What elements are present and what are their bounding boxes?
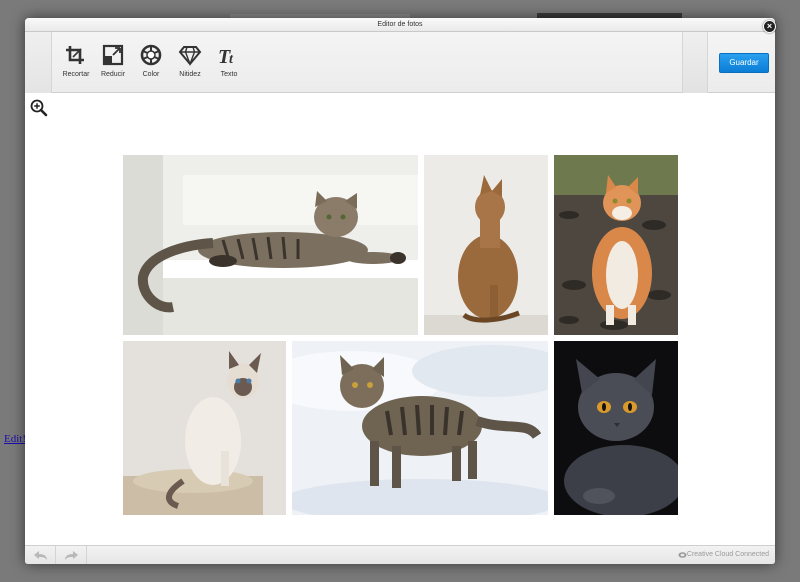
redo-button[interactable] bbox=[56, 546, 87, 564]
toolbar-left-panel bbox=[25, 32, 52, 93]
redo-icon bbox=[65, 551, 78, 560]
photo-orange-cat bbox=[554, 155, 678, 335]
undo-icon bbox=[34, 551, 47, 560]
sharpness-icon bbox=[178, 46, 202, 66]
photo-grey-cat bbox=[554, 341, 678, 515]
tool-text-label: Texto bbox=[220, 71, 238, 78]
photo-tabby-lying bbox=[123, 155, 418, 335]
tool-sharpness-label: Nitidez bbox=[179, 71, 201, 78]
text-icon: T t bbox=[218, 46, 234, 66]
tool-sharpness[interactable]: Nitidez bbox=[168, 44, 212, 84]
undo-button[interactable] bbox=[25, 546, 56, 564]
dialog-footer: Creative Cloud Connected bbox=[25, 545, 775, 564]
creative-cloud-status: Creative Cloud Connected bbox=[686, 551, 769, 558]
edit-link[interactable]: Edit! bbox=[4, 433, 26, 445]
color-icon bbox=[140, 44, 162, 66]
tool-color[interactable]: Color bbox=[129, 44, 173, 84]
creative-cloud-icon bbox=[678, 552, 687, 558]
image-canvas[interactable] bbox=[25, 94, 775, 544]
photo-abyssinian bbox=[424, 155, 548, 335]
svg-text:t: t bbox=[229, 52, 234, 66]
save-button[interactable]: Guardar bbox=[719, 53, 769, 73]
crop-icon bbox=[66, 46, 84, 64]
photo-editor-dialog: Editor de fotos Recortar Reducir Color N… bbox=[25, 18, 775, 564]
photo-tabby-snow bbox=[292, 341, 548, 515]
toolbar: Recortar Reducir Color Nitidez T t Texto bbox=[25, 32, 775, 93]
close-button[interactable]: × bbox=[763, 20, 776, 33]
tool-text[interactable]: T t Texto bbox=[207, 44, 251, 84]
toolbar-right-divider bbox=[683, 32, 708, 93]
resize-icon bbox=[102, 44, 124, 66]
zoom-in-icon[interactable] bbox=[30, 99, 48, 117]
dialog-title: Editor de fotos bbox=[25, 18, 775, 32]
tool-color-label: Color bbox=[142, 71, 160, 78]
photo-siamese bbox=[123, 341, 286, 515]
